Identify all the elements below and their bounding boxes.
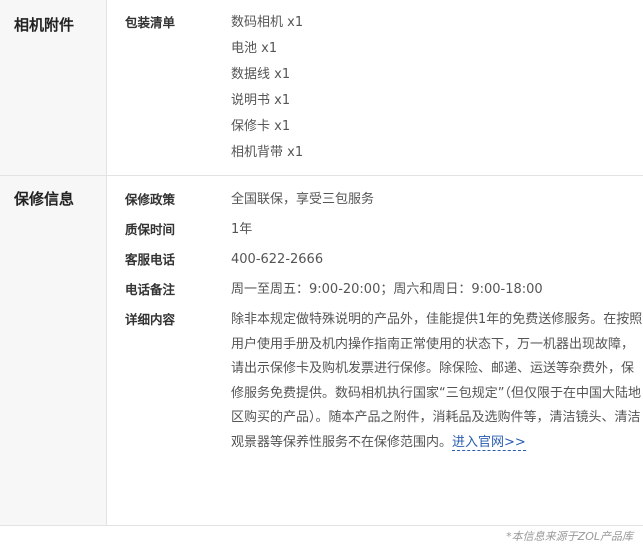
accessories-section: 相机附件 包装清单 数码相机 x1 电池 x1 数据线 x1 说明书 x1 保修… <box>0 0 643 176</box>
detail-label: 详细内容 <box>125 312 176 327</box>
spec-table: 相机附件 包装清单 数码相机 x1 电池 x1 数据线 x1 说明书 x1 保修… <box>0 0 643 547</box>
package-label: 包装清单 <box>125 15 176 30</box>
warranty-section: 保修信息 保修政策 全国联保，享受三包服务 质保时间 1年 客服电话 400-6… <box>0 176 643 526</box>
warranty-row: 质保时间 1年 <box>107 215 643 245</box>
package-items: 数码相机 x1 电池 x1 数据线 x1 说明书 x1 保修卡 x1 相机背带 … <box>231 10 643 166</box>
warranty-period-label: 质保时间 <box>125 222 176 237</box>
warranty-row: 客服电话 400-622-2666 <box>107 245 643 275</box>
warranty-section-title: 保修信息 <box>0 176 106 525</box>
warranty-row: 保修政策 全国联保，享受三包服务 <box>107 176 643 215</box>
accessories-section-body: 包装清单 数码相机 x1 电池 x1 数据线 x1 说明书 x1 保修卡 x1 … <box>106 0 643 175</box>
service-phone-value: 400-622-2666 <box>231 252 324 267</box>
warranty-period-value: 1年 <box>231 222 253 237</box>
warranty-detail-row: 详细内容 除非本规定做特殊说明的产品外，佳能提供1年的免费送修服务。在按照用户使… <box>107 305 643 455</box>
phone-note-label: 电话备注 <box>125 282 176 297</box>
warranty-row: 电话备注 周一至周五：9:00-20:00；周六和周日：9:00-18:00 <box>107 275 643 305</box>
detail-body: 除非本规定做特殊说明的产品外，佳能提供1年的免费送修服务。在按照用户使用手册及机… <box>231 312 643 450</box>
package-item: 数码相机 x1 <box>231 15 304 30</box>
detail-text: 除非本规定做特殊说明的产品外，佳能提供1年的免费送修服务。在按照用户使用手册及机… <box>231 308 643 455</box>
warranty-section-body: 保修政策 全国联保，享受三包服务 质保时间 1年 客服电话 400-622-26… <box>106 176 643 525</box>
package-item: 相机背带 x1 <box>231 145 304 160</box>
source-note: *本信息来源于ZOL产品库 <box>0 525 643 547</box>
phone-note-value: 周一至周五：9:00-20:00；周六和周日：9:00-18:00 <box>231 282 543 297</box>
package-item: 电池 x1 <box>231 41 278 56</box>
package-row: 包装清单 数码相机 x1 电池 x1 数据线 x1 说明书 x1 保修卡 x1 … <box>107 0 643 166</box>
package-item: 保修卡 x1 <box>231 119 291 134</box>
warranty-policy-value: 全国联保，享受三包服务 <box>231 192 375 207</box>
package-item: 说明书 x1 <box>231 93 291 108</box>
warranty-policy-label: 保修政策 <box>125 192 176 207</box>
accessories-section-title: 相机附件 <box>0 0 106 175</box>
service-phone-label: 客服电话 <box>125 252 176 267</box>
package-item: 数据线 x1 <box>231 67 291 82</box>
official-site-link[interactable]: 进入官网>> <box>452 434 526 451</box>
